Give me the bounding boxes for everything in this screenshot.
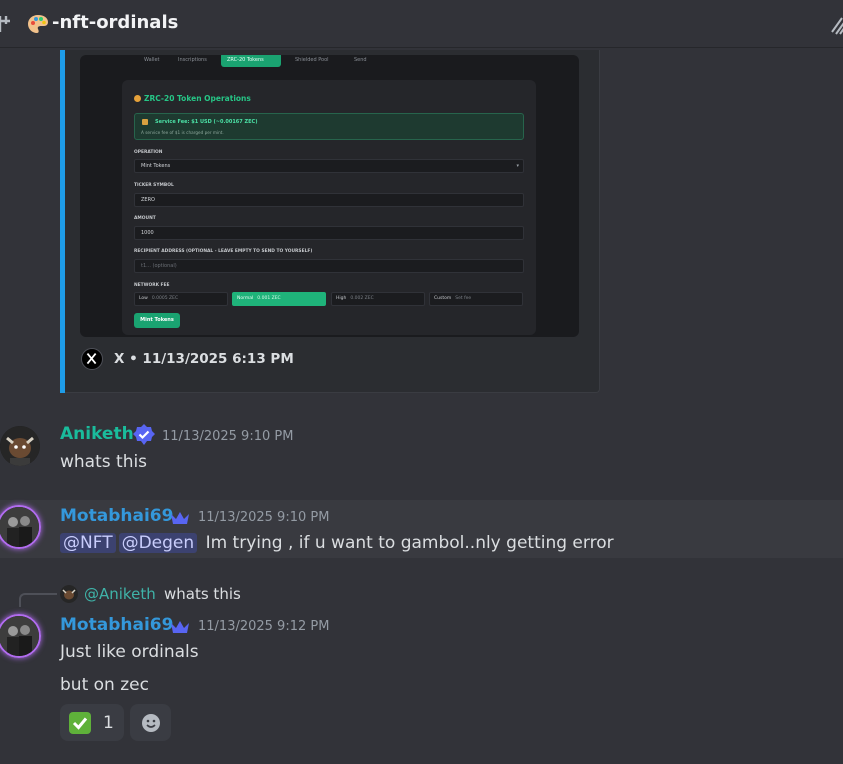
username[interactable]: Aniketh bbox=[60, 424, 134, 444]
reply-avatar[interactable] bbox=[60, 585, 78, 603]
mock-card-title: ZRC-20 Token Operations bbox=[144, 94, 251, 103]
link-embed: Wallet Inscriptions ZRC-20 Tokens Shield… bbox=[60, 50, 600, 393]
crown-icon bbox=[171, 621, 189, 633]
coin-icon bbox=[134, 95, 141, 102]
username[interactable]: Motabhai69 bbox=[60, 506, 173, 526]
message-content: but on zec bbox=[60, 675, 149, 695]
mock-operations-card: ZRC-20 Token Operations Service Fee: $1 … bbox=[122, 80, 536, 335]
mock-recipient-input: t1... (optional) bbox=[134, 259, 524, 273]
avatar[interactable] bbox=[0, 426, 40, 466]
mock-operation-value: Mint Tokens bbox=[141, 163, 171, 169]
embed-footer: X • 11/13/2025 6:13 PM bbox=[114, 351, 294, 367]
reply-preview-text[interactable]: whats this bbox=[164, 585, 241, 603]
mock-tab: Inscriptions bbox=[178, 57, 207, 63]
mock-tab: Wallet bbox=[144, 57, 160, 63]
role-mention[interactable]: @Degen bbox=[118, 533, 198, 553]
embed-image-screenshot[interactable]: Wallet Inscriptions ZRC-20 Tokens Shield… bbox=[80, 55, 579, 337]
mock-tab-bar: Wallet Inscriptions ZRC-20 Tokens Shield… bbox=[80, 55, 579, 73]
message-timestamp: 11/13/2025 9:10 PM bbox=[162, 429, 294, 444]
mock-ticker-input: ZERO bbox=[134, 193, 524, 207]
message-timestamp: 11/13/2025 9:12 PM bbox=[198, 619, 330, 634]
mock-ticker-label: TICKER SYMBOL bbox=[134, 183, 174, 188]
avatar[interactable] bbox=[0, 507, 39, 547]
check-mark-icon bbox=[69, 712, 91, 734]
palette-icon bbox=[28, 15, 48, 33]
mock-recipient-label: RECIPIENT ADDRESS (OPTIONAL - LEAVE EMPT… bbox=[134, 249, 313, 254]
mock-fee-subtitle: A service fee of $1 is charged per mint. bbox=[141, 130, 224, 135]
mock-tab-active: ZRC-20 Tokens bbox=[221, 55, 281, 67]
threads-list-icon[interactable] bbox=[830, 14, 843, 36]
mock-fee-notice: Service Fee: $1 USD (~0.00167 ZEC) A ser… bbox=[134, 113, 524, 140]
mock-fee-title: Service Fee: $1 USD (~0.00167 ZEC) bbox=[155, 119, 258, 125]
role-mention[interactable]: @NFT bbox=[60, 533, 116, 553]
mock-amount-label: AMOUNT bbox=[134, 216, 156, 221]
reaction-chip[interactable]: 1 bbox=[60, 704, 124, 741]
mock-mint-button: Mint Tokens bbox=[134, 313, 180, 328]
avatar[interactable] bbox=[0, 616, 39, 656]
reply-connector bbox=[19, 593, 57, 607]
smiley-icon bbox=[142, 714, 160, 732]
mock-tab: Shielded Pool bbox=[295, 57, 329, 63]
mock-fee-option: High 0.002 ZEC bbox=[331, 292, 425, 306]
reply-username[interactable]: @Aniketh bbox=[84, 585, 156, 603]
money-bag-icon bbox=[142, 119, 148, 125]
x-logo-icon bbox=[81, 348, 103, 370]
message-text: Im trying , if u want to gambol..nly get… bbox=[205, 533, 614, 553]
embed-accent-bar bbox=[60, 50, 65, 393]
mock-network-fee-label: NETWORK FEE bbox=[134, 283, 170, 288]
username[interactable]: Motabhai69 bbox=[60, 615, 173, 635]
channel-name: -nft-ordinals bbox=[52, 12, 179, 33]
message-content: whats this bbox=[60, 452, 148, 472]
message-content: Just like ordinals bbox=[60, 642, 199, 662]
mock-tab: Send bbox=[354, 57, 367, 63]
mock-amount-input: 1000 bbox=[134, 226, 524, 240]
mock-fee-option: Low 0.0005 ZEC bbox=[134, 292, 228, 306]
mock-operation-label: OPERATION bbox=[134, 150, 163, 155]
channel-header: -nft-ordinals bbox=[0, 0, 843, 48]
mock-fee-option: Custom Set fee bbox=[429, 292, 523, 306]
crown-icon bbox=[171, 512, 189, 524]
reaction-count: 1 bbox=[103, 713, 114, 733]
mock-operation-select: Mint Tokens ▾ bbox=[134, 159, 524, 173]
chevron-down-icon: ▾ bbox=[516, 163, 519, 169]
verified-badge-icon bbox=[133, 424, 155, 445]
mock-fee-option-selected: Normal 0.001 ZEC bbox=[232, 292, 326, 306]
message-content: @NFT @Degen Im trying , if u want to gamb… bbox=[60, 533, 614, 553]
message-timestamp: 11/13/2025 9:10 PM bbox=[198, 510, 330, 525]
add-reaction-button[interactable] bbox=[130, 704, 171, 741]
threads-icon[interactable] bbox=[0, 14, 14, 34]
